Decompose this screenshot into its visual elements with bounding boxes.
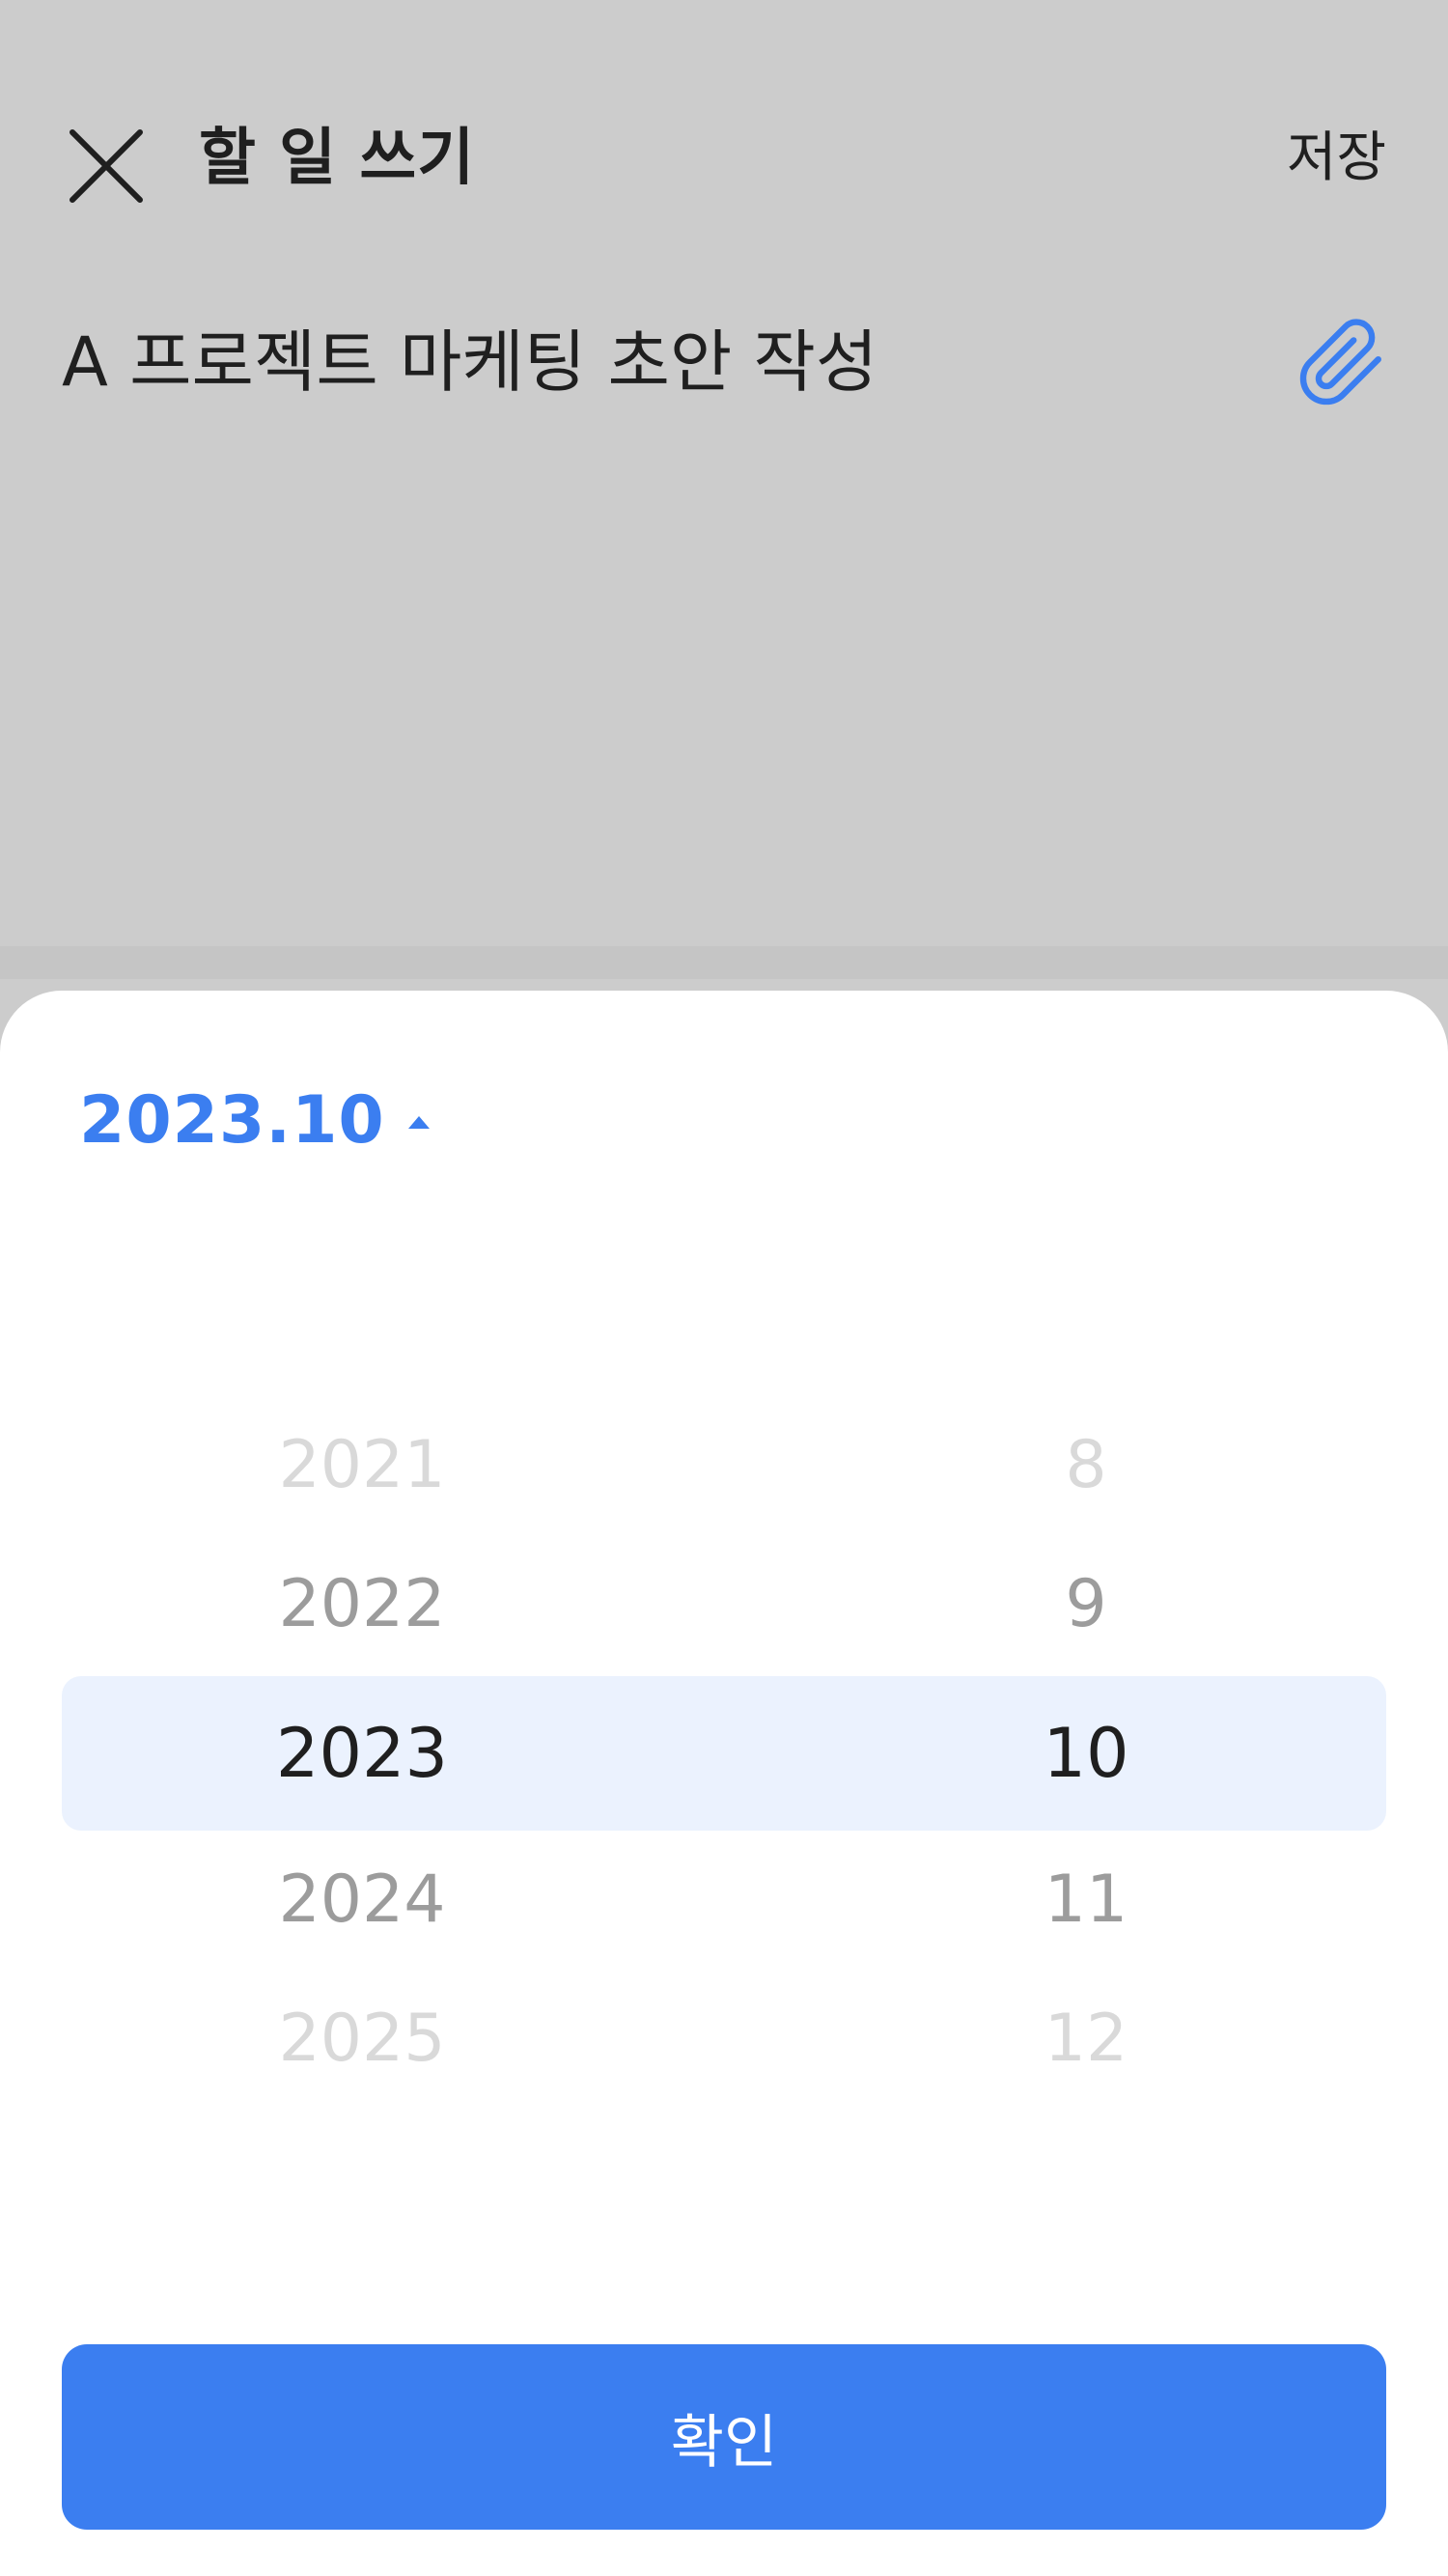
year-option[interactable]: 2022 [169, 1535, 555, 1674]
year-wheel[interactable]: 2021 2022 2023 2024 2025 [169, 1396, 555, 2091]
month-wheel[interactable]: 8 9 10 11 12 [893, 1396, 1279, 2091]
page-title: 할 일 쓰기 [199, 123, 476, 194]
current-month-label: 2023.10 [79, 1081, 385, 1159]
date-picker-sheet: 2023.10 2021 2022 2023 2024 2025 8 9 10 … [0, 991, 1448, 2576]
month-option[interactable]: 11 [893, 1831, 1279, 1970]
confirm-button[interactable]: 확인 [62, 2344, 1386, 2530]
month-option[interactable]: 12 [893, 1970, 1279, 2109]
year-option-selected[interactable]: 2023 [169, 1684, 555, 1823]
month-toggle[interactable]: 2023.10 [79, 1074, 430, 1166]
save-button[interactable]: 저장 [1287, 120, 1386, 197]
attach-button[interactable] [1294, 315, 1390, 411]
close-icon [70, 129, 143, 203]
month-option[interactable]: 8 [893, 1396, 1279, 1535]
year-option[interactable]: 2024 [169, 1831, 555, 1970]
year-month-wheel-picker: 2021 2022 2023 2024 2025 8 9 10 11 12 [62, 1396, 1386, 2091]
close-button[interactable] [60, 120, 153, 212]
month-option-selected[interactable]: 10 [893, 1684, 1279, 1823]
caret-up-icon [407, 1115, 430, 1129]
sheet-overlay-edge [0, 946, 1448, 979]
editor-screen: 할 일 쓰기 저장 [0, 0, 1448, 319]
month-option[interactable]: 9 [893, 1535, 1279, 1674]
paperclip-icon [1299, 319, 1381, 406]
task-title-field[interactable]: A 프로젝트 마케팅 초안 작성 [62, 319, 877, 406]
year-option[interactable]: 2021 [169, 1396, 555, 1535]
year-option[interactable]: 2025 [169, 1970, 555, 2109]
